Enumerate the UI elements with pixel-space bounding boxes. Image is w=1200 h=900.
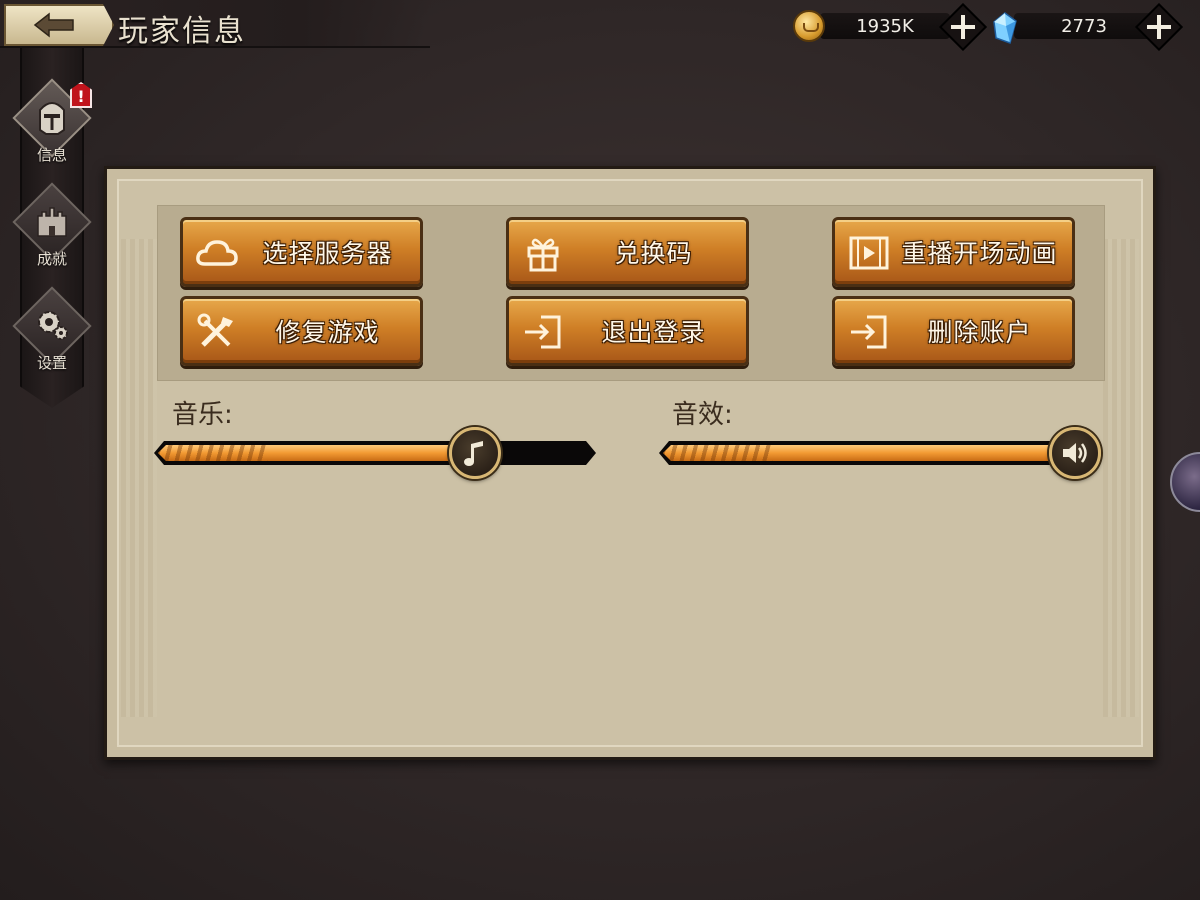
sidebar-item-achievements[interactable]: 成就 (12, 182, 92, 280)
redeem-code-button[interactable]: 兑换码 (506, 217, 749, 287)
button-label: 修复游戏 (275, 318, 380, 347)
speaker-icon (1063, 443, 1087, 463)
decorative-pillar (1103, 239, 1139, 717)
music-slider-knob[interactable] (448, 427, 501, 479)
alert-badge: ! (70, 82, 92, 108)
button-label: 退出登录 (601, 318, 706, 347)
cloud-icon (196, 240, 238, 266)
castle-icon (37, 207, 67, 237)
gear-icon (38, 311, 68, 340)
slider-fill (663, 445, 1075, 461)
sidebar-item-label: 信息 (36, 146, 67, 164)
music-label: 音乐: (172, 400, 233, 430)
sidebar-item-info[interactable]: ! 信息 (12, 78, 92, 176)
gold-amount: 1935K (820, 13, 950, 39)
music-note-icon (463, 441, 483, 466)
gem-amount: 2773 (1014, 13, 1154, 39)
sign-in-icon (851, 315, 887, 349)
slider-fill (158, 445, 475, 461)
edge-avatar[interactable] (1170, 452, 1200, 512)
helmet-icon (39, 102, 65, 135)
sidebar-item-label: 成就 (36, 250, 67, 268)
sfx-volume-slider[interactable] (659, 427, 1101, 479)
sidebar-item-settings[interactable]: 设置 (12, 286, 92, 384)
back-arrow-icon (33, 12, 74, 38)
decorative-pillar (121, 239, 157, 717)
button-label: 删除账户 (927, 318, 1032, 347)
add-gems-button[interactable] (1134, 2, 1184, 52)
repair-game-button[interactable]: 修复游戏 (180, 296, 423, 366)
film-play-icon (849, 236, 889, 270)
replay-intro-button[interactable]: 重播开场动画 (832, 217, 1075, 287)
gift-icon (527, 238, 559, 272)
button-label: 重播开场动画 (901, 239, 1058, 268)
gold-counter: 1935K (790, 2, 990, 52)
gold-coin-icon (793, 10, 825, 42)
add-gold-button[interactable] (938, 2, 988, 52)
back-button[interactable] (4, 4, 114, 46)
button-label: 兑换码 (614, 239, 693, 268)
gem-counter: 2773 (990, 2, 1190, 52)
page-title: 玩家信息 (118, 14, 246, 49)
button-label: 选择服务器 (262, 239, 393, 268)
sign-in-icon (525, 315, 561, 349)
music-volume-slider[interactable] (154, 427, 596, 479)
sfx-label: 音效: (672, 400, 733, 430)
tools-icon (197, 313, 233, 347)
gem-crystal-icon (993, 12, 1017, 44)
select-server-button[interactable]: 选择服务器 (180, 217, 423, 287)
sidebar-item-label: 设置 (36, 354, 67, 372)
delete-account-button[interactable]: 删除账户 (832, 296, 1075, 366)
sfx-slider-knob[interactable] (1049, 427, 1101, 479)
logout-button[interactable]: 退出登录 (506, 296, 749, 366)
